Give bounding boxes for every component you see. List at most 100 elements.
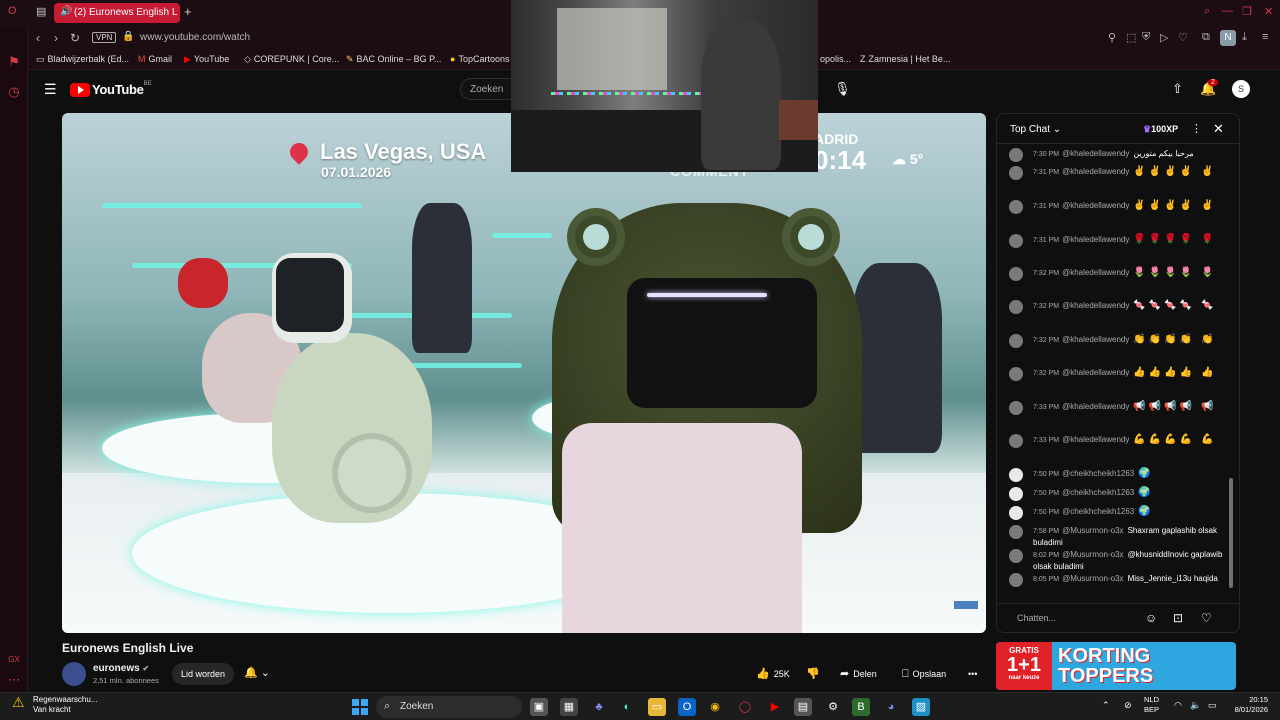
chat-avatar[interactable] bbox=[1009, 300, 1023, 314]
opera-menu-icon[interactable]: O bbox=[8, 5, 17, 17]
microphone-icon[interactable]: 🎙 bbox=[834, 81, 851, 97]
extensions-icon[interactable]: ⧉ bbox=[1202, 31, 1210, 44]
chat-avatar[interactable] bbox=[1009, 148, 1023, 162]
chat-avatar[interactable] bbox=[1009, 334, 1023, 348]
chat-message[interactable]: 7:33 PM @khaledellawendy 📢📢📢📢 📢 bbox=[1009, 401, 1231, 415]
chat-avatar[interactable] bbox=[1009, 234, 1023, 248]
language-indicator[interactable]: NLD BEP bbox=[1144, 695, 1159, 715]
chat-username[interactable]: @khaledellawendy bbox=[1062, 167, 1129, 176]
chat-avatar[interactable] bbox=[1009, 549, 1023, 563]
network-off-icon[interactable]: ⊘ bbox=[1124, 700, 1132, 711]
super-chat-icon[interactable]: ⊡ bbox=[1173, 611, 1183, 625]
chat-mode-dropdown[interactable]: Top Chat ⌄ bbox=[1010, 124, 1061, 135]
more-sidebar-icon[interactable]: ⋯ bbox=[6, 672, 22, 688]
chat-message[interactable]: 7:33 PM @khaledellawendy 💪💪💪💪 💪 bbox=[1009, 434, 1231, 448]
close-window-button[interactable]: ✕ bbox=[1264, 5, 1273, 18]
settings-icon[interactable]: ⚙ bbox=[824, 698, 842, 716]
snapshot-icon[interactable]: ⬚ bbox=[1126, 31, 1136, 44]
emoji-icon[interactable]: ☺ bbox=[1145, 611, 1157, 625]
ad-banner[interactable]: GRATIS 1+1 naar keuze KORTING TOPPERS bbox=[996, 642, 1236, 690]
chat-avatar[interactable] bbox=[1009, 573, 1023, 587]
bookmark-item-partial[interactable]: opolis... bbox=[820, 54, 851, 64]
chat-username[interactable]: @khaledellawendy bbox=[1062, 402, 1129, 411]
chat-avatar[interactable] bbox=[1009, 367, 1023, 381]
join-button[interactable]: Lid worden bbox=[172, 663, 234, 685]
chat-avatar[interactable] bbox=[1009, 525, 1023, 539]
chat-username[interactable]: @khaledellawendy bbox=[1062, 435, 1129, 444]
avatar[interactable]: S bbox=[1232, 80, 1250, 98]
chat-avatar[interactable] bbox=[1009, 166, 1023, 180]
taskbar-search[interactable]: ⌕ Zoeken bbox=[376, 696, 522, 718]
reload-button[interactable]: ↻ bbox=[70, 31, 80, 45]
bookmark-item[interactable]: ▭ Bladwijzerbalk (Ed... bbox=[36, 54, 129, 65]
hamburger-menu-icon[interactable]: ☰ bbox=[44, 81, 57, 98]
heart-icon[interactable]: ♡ bbox=[1178, 31, 1188, 44]
bookmark-item[interactable]: Z Zamnesia | Het Be... bbox=[860, 54, 950, 64]
url-field[interactable]: www.youtube.com/watch bbox=[140, 32, 250, 43]
download-icon[interactable]: ⤓ bbox=[1242, 31, 1247, 44]
forward-button[interactable]: › bbox=[54, 31, 58, 45]
chat-message[interactable]: 7:50 PM @cheikhcheikh1263 🌍 bbox=[1009, 506, 1231, 520]
more-actions-button[interactable]: ••• bbox=[968, 663, 982, 685]
chat-username[interactable]: @khaledellawendy bbox=[1062, 201, 1129, 210]
teams-icon[interactable]: ♣ bbox=[590, 698, 608, 716]
subscribe-bell-icon[interactable]: 🔔 ⌄ bbox=[244, 666, 270, 679]
discord-icon[interactable]: ◕ bbox=[882, 698, 900, 716]
chat-message[interactable]: 7:32 PM @khaledellawendy 👍👍👍👍 👍 bbox=[1009, 367, 1231, 381]
chat-message[interactable]: 7:31 PM @khaledellawendy ✌✌✌✌ ✌ bbox=[1009, 200, 1231, 214]
youtube-logo[interactable]: YouTubeBE bbox=[70, 81, 152, 97]
chrome-icon[interactable]: ◉ bbox=[706, 698, 724, 716]
dislike-button[interactable]: 👎 bbox=[806, 663, 822, 685]
chat-username[interactable]: @cheikhcheikh1263 bbox=[1062, 488, 1134, 497]
chat-message[interactable]: 7:30 PM @khaledellawendy مرحبا بيكم متورين bbox=[1009, 148, 1231, 162]
bookmark-item[interactable]: ◇ COREPUNK | Core... bbox=[244, 54, 339, 65]
chat-avatar[interactable] bbox=[1009, 468, 1023, 482]
youtube-app-icon[interactable]: ▶ bbox=[766, 698, 784, 716]
edge-icon[interactable]: ◐ bbox=[618, 698, 636, 716]
tab-menu-icon[interactable]: ▤ bbox=[36, 5, 46, 18]
search-tabs-icon[interactable]: ⌕ bbox=[1204, 5, 1210, 18]
chat-avatar[interactable] bbox=[1009, 487, 1023, 501]
vpn-badge[interactable]: VPN bbox=[92, 32, 117, 43]
maximize-button[interactable]: ❐ bbox=[1242, 5, 1252, 18]
chat-username[interactable]: @khaledellawendy bbox=[1062, 149, 1129, 158]
start-button[interactable] bbox=[352, 699, 368, 715]
back-button[interactable]: ‹ bbox=[36, 31, 40, 45]
share-button[interactable]: ➦ Delen bbox=[840, 663, 884, 685]
chat-message[interactable]: 7:58 PM @Musurmon-o3x Shaxram gaplashib ol… bbox=[1009, 525, 1231, 548]
new-tab-button[interactable]: + bbox=[184, 4, 192, 19]
upload-icon[interactable]: ⇧ bbox=[1172, 81, 1183, 97]
chat-message[interactable]: 7:32 PM @khaledellawendy 👏👏👏👏 👏 bbox=[1009, 334, 1231, 348]
shield-icon[interactable]: ⛨ bbox=[1142, 31, 1150, 44]
webcam-overlay[interactable] bbox=[511, 0, 818, 172]
tray-overflow-icon[interactable]: ⌃ bbox=[1102, 700, 1110, 711]
chat-username[interactable]: @khaledellawendy bbox=[1062, 368, 1129, 377]
chat-avatar[interactable] bbox=[1009, 267, 1023, 281]
pin-icon[interactable]: ⚲ bbox=[1108, 31, 1116, 44]
chat-username[interactable]: @Musurmon-o3x bbox=[1062, 526, 1123, 535]
chat-message[interactable]: 8:02 PM @Musurmon-o3x @khusniddInovic gapl… bbox=[1009, 549, 1231, 572]
chat-avatar[interactable] bbox=[1009, 506, 1023, 520]
gx-icon[interactable]: GX bbox=[6, 652, 22, 668]
speaker-icon[interactable]: 🔊 bbox=[60, 6, 72, 17]
weather-widget[interactable]: ⚠ Regenwaarschu... Van kracht bbox=[12, 695, 97, 715]
chat-username[interactable]: @khaledellawendy bbox=[1062, 268, 1129, 277]
chat-message[interactable]: 8:05 PM @Musurmon-o3x Miss_Jennie_i13u haq… bbox=[1009, 573, 1231, 587]
outlook-icon[interactable]: O bbox=[678, 698, 696, 716]
chat-input[interactable]: Chatten... bbox=[1017, 613, 1056, 623]
chat-avatar[interactable] bbox=[1009, 200, 1023, 214]
chat-avatar[interactable] bbox=[1009, 401, 1023, 415]
opera-gx-icon[interactable]: ◯ bbox=[736, 698, 754, 716]
chat-message[interactable]: 7:32 PM @khaledellawendy 🌷🌷🌷🌷 🌷 bbox=[1009, 267, 1231, 281]
tab-active[interactable]: 🔊 (2) Euronews English L bbox=[54, 3, 180, 23]
chat-username[interactable]: @khaledellawendy bbox=[1062, 235, 1129, 244]
photos-icon[interactable]: ▨ bbox=[912, 698, 930, 716]
chat-username[interactable]: @khaledellawendy bbox=[1062, 335, 1129, 344]
chat-message[interactable]: 7:31 PM @khaledellawendy ✌✌✌✌ ✌ bbox=[1009, 166, 1231, 180]
chat-message[interactable]: 7:50 PM @cheikhcheikh1263 🌍 bbox=[1009, 468, 1231, 482]
bookmark-item[interactable]: M Gmail bbox=[138, 54, 172, 64]
task-view-icon[interactable]: ▣ bbox=[530, 698, 548, 716]
bookmark-item[interactable]: ● TopCartoons bbox=[450, 54, 509, 64]
bookmark-item[interactable]: ▶ YouTube bbox=[184, 54, 229, 65]
chat-username[interactable]: @Musurmon-o3x bbox=[1062, 550, 1123, 559]
